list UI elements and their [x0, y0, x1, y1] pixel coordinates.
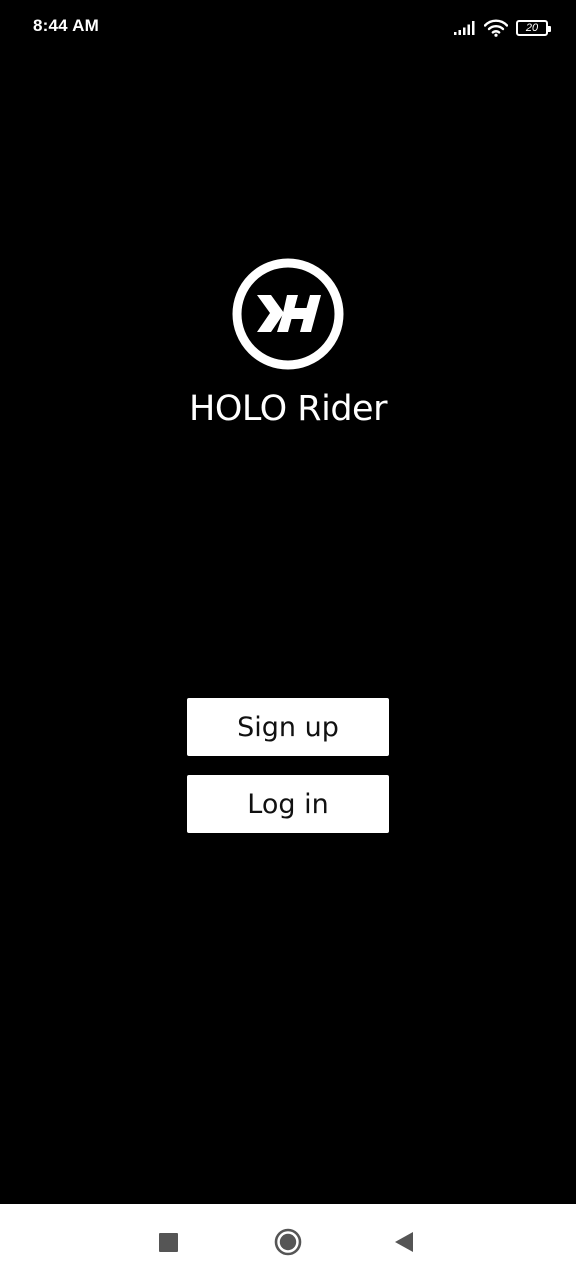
battery-icon: 20 [516, 20, 551, 36]
back-icon[interactable] [394, 1231, 414, 1253]
holo-rider-logo [232, 258, 344, 370]
home-icon[interactable] [274, 1228, 302, 1256]
navigation-bar [0, 1204, 576, 1280]
sign-up-button[interactable]: Sign up [187, 698, 389, 756]
status-icons: 20 [454, 17, 551, 39]
battery-level: 20 [525, 22, 539, 34]
wifi-icon [484, 19, 508, 37]
welcome-screen: 8:44 AM 20 HOLO Rider Sign up Log in [0, 0, 576, 1280]
status-bar: 8:44 AM 20 [0, 0, 576, 56]
signal-icon [454, 21, 475, 35]
app-title: HOLO Rider [189, 389, 387, 429]
status-time: 8:44 AM [33, 16, 99, 35]
recent-apps-icon[interactable] [159, 1233, 178, 1252]
log-in-button[interactable]: Log in [187, 775, 389, 833]
